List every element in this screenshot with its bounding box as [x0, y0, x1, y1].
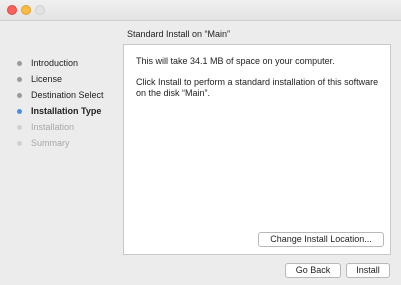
- content-panel: This will take 34.1 MB of space on your …: [123, 44, 391, 255]
- minimize-icon[interactable]: [21, 5, 31, 15]
- step-bullet-icon: [17, 141, 22, 146]
- step-label: Destination Select: [31, 90, 104, 100]
- step-installation: Installation: [0, 119, 122, 135]
- title-bar: [0, 0, 401, 21]
- install-instruction-text: Click Install to perform a standard inst…: [136, 77, 379, 98]
- step-bullet-icon: [17, 77, 22, 82]
- steps-sidebar: Introduction License Destination Select …: [0, 55, 122, 151]
- space-required-text: This will take 34.1 MB of space on your …: [136, 56, 335, 66]
- go-back-button[interactable]: Go Back: [285, 263, 341, 278]
- step-bullet-icon: [17, 61, 22, 66]
- step-bullet-icon: [17, 109, 22, 114]
- step-destination-select: Destination Select: [0, 87, 122, 103]
- zoom-icon[interactable]: [35, 5, 45, 15]
- step-introduction: Introduction: [0, 55, 122, 71]
- installer-window: Standard Install on “Main” Introduction …: [0, 0, 401, 285]
- step-label: Installation: [31, 122, 75, 132]
- install-button[interactable]: Install: [346, 263, 390, 278]
- step-installation-type: Installation Type: [0, 103, 122, 119]
- step-label: Introduction: [31, 58, 79, 68]
- step-label: Summary: [31, 138, 70, 148]
- step-summary: Summary: [0, 135, 122, 151]
- step-license: License: [0, 71, 122, 87]
- page-heading: Standard Install on “Main”: [127, 29, 231, 39]
- close-icon[interactable]: [7, 5, 17, 15]
- step-label: Installation Type: [31, 106, 102, 116]
- step-label: License: [31, 74, 63, 84]
- change-install-location-button[interactable]: Change Install Location...: [258, 232, 384, 247]
- step-bullet-icon: [17, 93, 22, 98]
- step-bullet-icon: [17, 125, 22, 130]
